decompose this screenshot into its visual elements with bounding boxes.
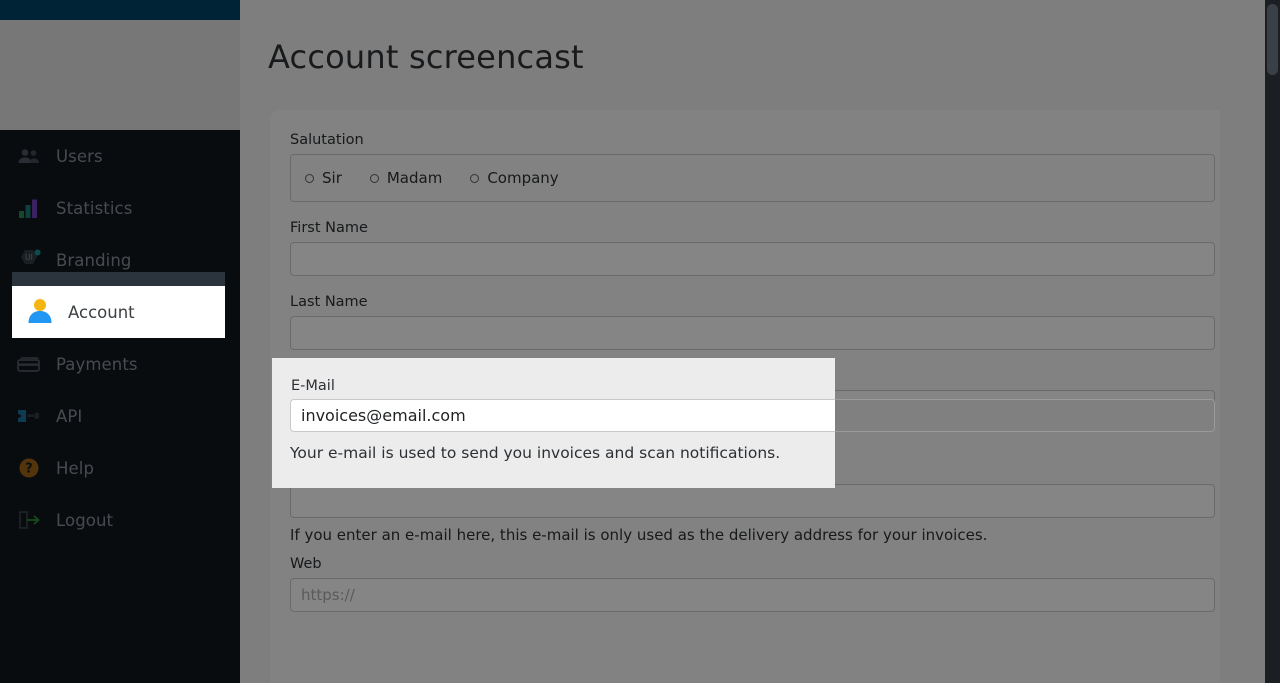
top-accent-bar [0, 0, 240, 20]
email-input-value: invoices@email.com [301, 406, 466, 425]
scrollbar-track[interactable] [1265, 0, 1280, 683]
brand-logo-area [0, 20, 240, 130]
salutation-radio-group[interactable]: Sir Madam Company [290, 154, 1215, 202]
question-circle-icon: ? [16, 455, 42, 481]
email-cc-help-text: If you enter an e-mail here, this e-mail… [290, 526, 988, 544]
sidebar-item-label: Logout [56, 510, 114, 530]
first-name-input[interactable] [290, 242, 1215, 276]
web-input[interactable] [290, 578, 1215, 612]
sidebar-item-label: Users [56, 146, 103, 166]
page-title: Account screencast [268, 38, 584, 76]
sidebar-item-account[interactable]: Account [12, 286, 225, 338]
radio-label-company: Company [487, 169, 559, 187]
sidebar-item-label: Payments [56, 354, 138, 374]
bar-chart-icon [16, 195, 42, 221]
sidebar-item-statistics[interactable]: Statistics [0, 182, 240, 234]
radio-dot-icon[interactable] [305, 173, 314, 183]
sidebar-item-payments[interactable]: Payments [0, 338, 240, 390]
radio-label-madam: Madam [386, 169, 443, 187]
last-name-input[interactable] [290, 316, 1215, 350]
sidebar-item-label: Statistics [56, 198, 133, 218]
sidebar-item-label: API [56, 406, 83, 426]
sidebar-item-help[interactable]: ? Help [0, 442, 240, 494]
first-name-label: First Name [290, 220, 368, 236]
plug-icon [16, 403, 42, 429]
email-label-highlighted: E-Mail [291, 378, 335, 394]
email-input-dimmed-tail[interactable] [835, 399, 1215, 432]
radio-option-madam[interactable]: Madam [369, 169, 443, 187]
radio-dot-icon[interactable] [470, 173, 480, 183]
users-icon [16, 143, 42, 169]
web-label: Web [290, 556, 322, 572]
sidebar-item-users[interactable]: Users [0, 130, 240, 182]
app-root: Account screencast Salutation Sir Madam [0, 0, 1280, 683]
scrollbar-thumb[interactable] [1267, 4, 1278, 75]
email-help-highlighted: Your e-mail is used to send you invoices… [290, 444, 781, 462]
sidebar-item-api[interactable]: API [0, 390, 240, 442]
svg-text:?: ? [25, 462, 33, 477]
last-name-label: Last Name [290, 294, 368, 310]
sidebar-item-label: Branding [56, 250, 132, 270]
radio-option-company[interactable]: Company [470, 169, 559, 187]
active-nav-strip [12, 272, 225, 286]
radio-option-sir[interactable]: Sir [305, 169, 342, 187]
svg-text:UI: UI [25, 253, 33, 262]
radio-label-sir: Sir [322, 169, 342, 187]
email-input-highlighted[interactable]: invoices@email.com [290, 399, 835, 432]
logout-arrow-icon [16, 507, 42, 533]
email-cc-input[interactable] [290, 484, 1215, 518]
sidebar-item-logout[interactable]: Logout [0, 494, 240, 546]
credit-card-icon [16, 351, 42, 377]
sidebar-nav: Users Statistics UI Branding Payments AP… [0, 130, 240, 546]
sidebar-item-label: Account [68, 302, 135, 322]
ui-badge-icon: UI [16, 247, 42, 273]
salutation-label: Salutation [290, 132, 364, 148]
main-content: Account screencast Salutation Sir Madam [240, 0, 1280, 683]
radio-dot-icon[interactable] [369, 173, 379, 183]
sidebar-item-label: Help [56, 458, 95, 478]
page-right-gutter [1220, 0, 1265, 683]
person-icon [26, 297, 54, 327]
